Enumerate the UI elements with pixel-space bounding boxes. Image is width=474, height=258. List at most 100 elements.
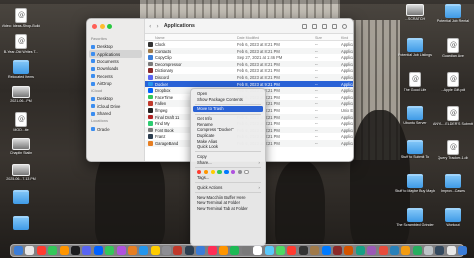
desktop-icon[interactable]: Potential Job Listings	[396, 38, 434, 57]
desktop-icon[interactable]: ...SCRATCH	[396, 4, 434, 21]
sidebar-item-applications[interactable]: Applications	[89, 50, 142, 58]
column-date-modified[interactable]: Date Modified	[237, 36, 259, 40]
tag-color-dot[interactable]	[203, 170, 209, 175]
dock-app-icon[interactable]	[275, 246, 285, 255]
dock-app-icon[interactable]	[196, 246, 206, 255]
desktop-icon[interactable]	[2, 216, 40, 230]
dock-app-icon[interactable]	[446, 246, 456, 255]
tag-color-dot[interactable]	[237, 170, 243, 175]
tag-color-dot[interactable]	[244, 170, 249, 175]
desktop-icon[interactable]: B-Year-Old Writes T...	[2, 34, 40, 54]
sidebar-item-desktop[interactable]: Desktop	[87, 43, 144, 50]
desktop-icon[interactable]: Stuff to Maybe Buy Maybe?	[395, 174, 435, 193]
table-row[interactable]: Docker Feb 8, 2023 at 9:21 PM -- Applicatio…	[145, 80, 353, 88]
dock-app-icon[interactable]	[127, 246, 137, 255]
dock-app-icon[interactable]	[332, 246, 342, 255]
desktop-icon[interactable]: ANYL...ELDER'S Submitted Ideas	[433, 106, 473, 126]
sidebar-item-desktop[interactable]: Desktop	[87, 95, 144, 102]
table-row[interactable]: Decompressor Feb 6, 2023 at 8:21 PM -- Appl…	[145, 60, 353, 68]
dock-app-icon[interactable]	[344, 246, 354, 255]
dock-app-icon[interactable]	[389, 246, 399, 255]
menu-item-new-terminal-tab-at-folder[interactable]: New Terminal Tab at Folder	[193, 206, 263, 212]
dock-app-icon[interactable]	[298, 246, 308, 255]
view-options-icon[interactable]	[302, 23, 307, 29]
dock-app-icon[interactable]	[219, 246, 229, 255]
desktop-icon[interactable]: Potential Job Rental	[434, 4, 472, 23]
dock-app-icon[interactable]	[173, 246, 183, 255]
dock-app-icon[interactable]	[310, 246, 320, 255]
table-row[interactable]: Contacts Feb 6, 2023 at 8:21 PM -- Applicat…	[145, 47, 353, 55]
column-size[interactable]: Size	[315, 36, 322, 40]
menu-item-quick-look[interactable]: Quick Look	[193, 144, 263, 150]
desktop-icon[interactable]: 2021-06...PM	[2, 86, 40, 103]
dock-app-icon[interactable]	[70, 246, 80, 255]
dock-app-icon[interactable]	[207, 246, 217, 255]
sidebar-item-icloud-drive[interactable]: iCloud Drive	[87, 103, 144, 110]
table-row[interactable]: Clock Feb 6, 2023 at 8:21 PM -- Application	[145, 41, 353, 48]
dock-app-icon[interactable]	[367, 246, 377, 255]
desktop-icon[interactable]: Guardian Ave	[434, 38, 472, 58]
sidebar-item-downloads[interactable]: Downloads	[87, 65, 144, 72]
dock-app-icon[interactable]	[150, 246, 160, 255]
tag-color-dot[interactable]	[224, 170, 229, 175]
dock-app-icon[interactable]	[162, 246, 172, 255]
dock-app-icon[interactable]	[321, 246, 331, 255]
desktop-icon[interactable]: Relocated Items	[2, 60, 40, 79]
column-name[interactable]: Name	[155, 36, 165, 40]
zoom-button[interactable]	[107, 24, 112, 29]
tag-color-dot[interactable]	[217, 170, 222, 175]
desktop-icon[interactable]: Video: Ideas-Shop-Build	[2, 8, 40, 28]
dock-app-icon[interactable]	[378, 246, 388, 255]
dock-app-icon[interactable]	[412, 246, 422, 255]
table-row[interactable]: Discord Feb 6, 2023 at 8:21 PM -- Applicati…	[145, 74, 353, 81]
desktop-icon[interactable]: Stuff to Submit To	[396, 140, 434, 159]
dock-app-icon[interactable]	[230, 246, 240, 255]
dock-app-icon[interactable]	[287, 246, 297, 255]
tag-color-dot[interactable]	[197, 170, 202, 175]
menu-item-move-to-trash[interactable]: Move to Trash	[193, 106, 263, 112]
desktop-icon[interactable]: The Good Life	[396, 72, 434, 92]
sidebar-item-documents[interactable]: Documents	[87, 58, 144, 65]
sidebar-item-shared[interactable]: Shared	[87, 110, 144, 117]
menu-item-quick-actions[interactable]: Quick Actions ›	[193, 185, 263, 191]
dock-app-icon[interactable]	[241, 246, 251, 255]
desktop-icon[interactable]: Ubuntu Server	[396, 106, 434, 125]
dock-app-icon[interactable]	[48, 246, 58, 255]
dock-app-icon[interactable]	[82, 246, 92, 255]
minimize-button[interactable]	[99, 24, 105, 29]
sidebar-item-airdrop[interactable]: AirDrop	[87, 80, 144, 87]
dock-app-icon[interactable]	[401, 246, 411, 255]
dock-app-icon[interactable]	[264, 246, 274, 255]
desktop-icon[interactable]: The Scrambled Grinder	[396, 208, 434, 227]
menu-item-show-package-contents[interactable]: Show Package Contents	[193, 97, 263, 103]
tag-color-dot[interactable]	[210, 170, 215, 175]
table-row[interactable]: CopyClip Sep 27, 2021 at 1:46 PM -- Applica…	[145, 54, 353, 61]
menu-item-tags[interactable]: Tags...	[193, 175, 263, 181]
sidebar-item-oracle[interactable]: Oracle	[87, 125, 144, 132]
dock-app-icon[interactable]	[139, 246, 149, 255]
group-icon[interactable]	[312, 23, 317, 29]
desktop-icon[interactable]: 2025-06...7.13 PM	[2, 164, 40, 181]
dock-app-icon[interactable]	[184, 246, 194, 255]
dock-app-icon[interactable]	[116, 246, 126, 255]
dock-app-icon[interactable]	[14, 246, 23, 255]
tag-color-dot[interactable]	[230, 170, 236, 175]
dock-app-icon[interactable]	[105, 246, 115, 255]
back-button[interactable]: ‹	[149, 23, 151, 30]
dock-app-icon[interactable]	[355, 246, 365, 255]
desktop-icon[interactable]: ...Apple Gift.pdf	[434, 72, 472, 92]
dock-app-icon[interactable]	[458, 246, 468, 255]
desktop-icon[interactable]: Workout	[434, 208, 472, 227]
sidebar-item-recents[interactable]: Recents	[87, 73, 144, 80]
desktop-icon[interactable]: Query Tracker-1.db	[434, 140, 472, 160]
table-row[interactable]: Dictionary Feb 6, 2023 at 8:21 PM -- Applic…	[145, 67, 353, 74]
desktop-icon[interactable]: MOD...ite	[2, 112, 40, 132]
share-icon[interactable]	[322, 23, 327, 29]
dock-app-icon[interactable]	[36, 246, 46, 255]
menu-item-share[interactable]: Share... ›	[193, 160, 263, 166]
dock-app-icon[interactable]	[25, 246, 35, 255]
dock-app-icon[interactable]	[253, 246, 263, 255]
search-icon[interactable]	[342, 23, 347, 29]
desktop-icon[interactable]: Improv...Cases	[434, 174, 472, 193]
dock-app-icon[interactable]	[435, 246, 445, 255]
